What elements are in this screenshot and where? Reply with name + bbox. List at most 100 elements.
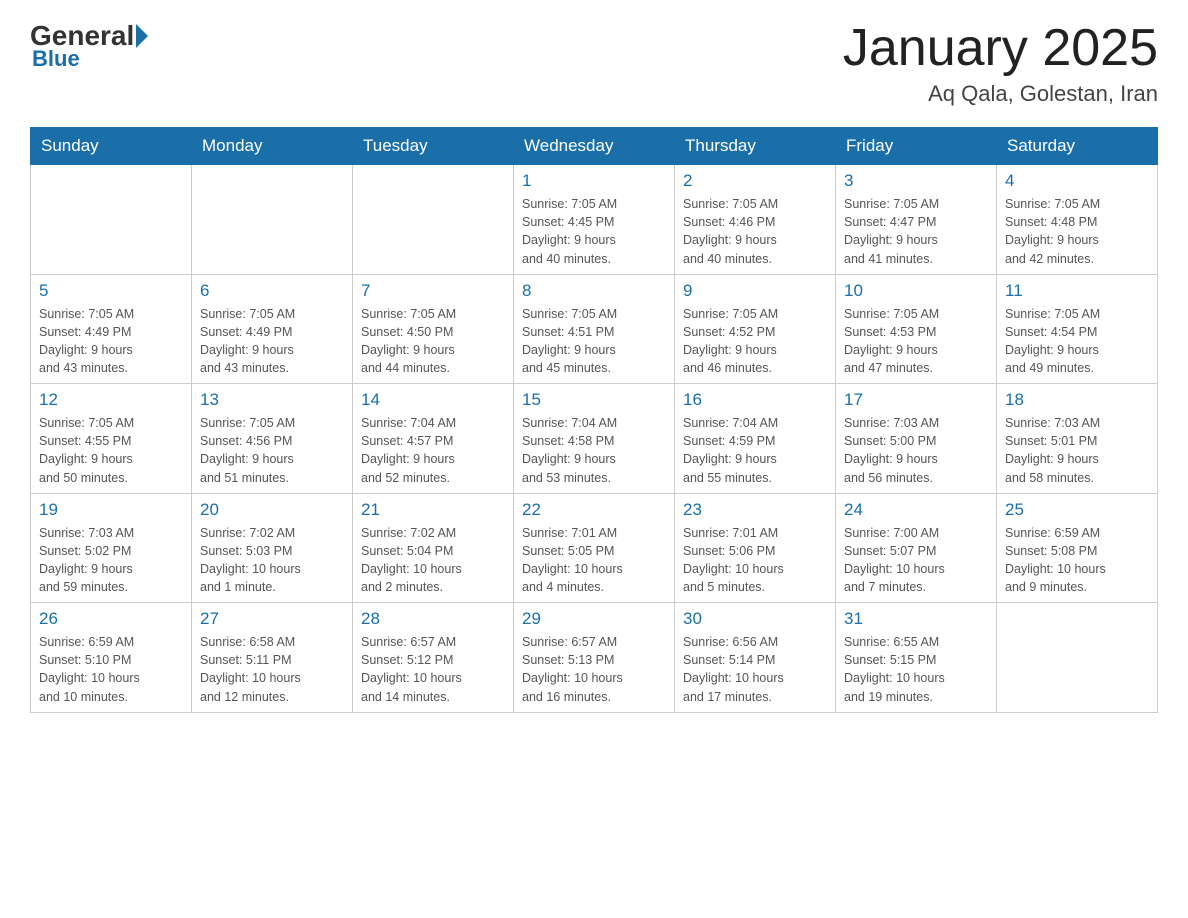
day-number: 28 (361, 609, 505, 629)
day-info: Sunrise: 7:00 AM Sunset: 5:07 PM Dayligh… (844, 524, 988, 597)
day-number: 31 (844, 609, 988, 629)
day-number: 25 (1005, 500, 1149, 520)
calendar-cell: 8Sunrise: 7:05 AM Sunset: 4:51 PM Daylig… (514, 274, 675, 384)
day-number: 20 (200, 500, 344, 520)
day-info: Sunrise: 7:01 AM Sunset: 5:06 PM Dayligh… (683, 524, 827, 597)
calendar-week-row: 19 Sunrise: 7:03 AM Sunset: 5:02 PM Dayli… (31, 493, 1158, 603)
day-info: Sunrise: 7:04 AM Sunset: 4:59 PM Dayligh… (683, 414, 827, 487)
day-info: Sunrise: 6:57 AM Sunset: 5:13 PM Dayligh… (522, 633, 666, 706)
day-info: Sunrise: 6:56 AM Sunset: 5:14 PM Dayligh… (683, 633, 827, 706)
day-number: 1 (522, 171, 666, 191)
day-number: 9 (683, 281, 827, 301)
day-info: Sunrise: 7:04 AM Sunset: 4:57 PM Dayligh… (361, 414, 505, 487)
day-info: Sunrise: 7:02 AM Sunset: 5:03 PM Dayligh… (200, 524, 344, 597)
day-info: Sunrise: 6:57 AM Sunset: 5:12 PM Dayligh… (361, 633, 505, 706)
logo-arrow-icon (136, 24, 148, 48)
day-number: 26 (39, 609, 183, 629)
calendar-cell: 3 Sunrise: 7:05 AM Sunset: 4:47 PM Daylig… (836, 165, 997, 275)
calendar-cell: 14 Sunrise: 7:04 AM Sunset: 4:57 PM Dayli… (353, 384, 514, 494)
calendar-cell: 23 Sunrise: 7:01 AM Sunset: 5:06 PM Dayli… (675, 493, 836, 603)
day-number: 5 (39, 281, 183, 301)
day-info: Sunrise: 7:05 AM Sunset: 4:45 PM Dayligh… (522, 195, 666, 268)
day-info: Sunrise: 7:02 AM Sunset: 5:04 PM Dayligh… (361, 524, 505, 597)
calendar-cell: 25Sunrise: 6:59 AM Sunset: 5:08 PM Dayli… (997, 493, 1158, 603)
calendar-day-header: Saturday (997, 128, 1158, 165)
day-info: Sunrise: 7:05 AM Sunset: 4:52 PM Dayligh… (683, 305, 827, 378)
day-number: 8 (522, 281, 666, 301)
calendar-cell: 20 Sunrise: 7:02 AM Sunset: 5:03 PM Dayli… (192, 493, 353, 603)
title-block: January 2025 Aq Qala, Golestan, Iran (843, 20, 1158, 107)
calendar-week-row: 5 Sunrise: 7:05 AM Sunset: 4:49 PM Daylig… (31, 274, 1158, 384)
calendar-cell (997, 603, 1158, 713)
calendar-day-header: Monday (192, 128, 353, 165)
day-info: Sunrise: 7:03 AM Sunset: 5:01 PM Dayligh… (1005, 414, 1149, 487)
calendar-week-row: 12Sunrise: 7:05 AM Sunset: 4:55 PM Dayli… (31, 384, 1158, 494)
day-info: Sunrise: 6:58 AM Sunset: 5:11 PM Dayligh… (200, 633, 344, 706)
calendar-cell: 22Sunrise: 7:01 AM Sunset: 5:05 PM Dayli… (514, 493, 675, 603)
calendar-cell: 4 Sunrise: 7:05 AM Sunset: 4:48 PM Daylig… (997, 165, 1158, 275)
calendar-cell: 9 Sunrise: 7:05 AM Sunset: 4:52 PM Daylig… (675, 274, 836, 384)
day-info: Sunrise: 6:59 AM Sunset: 5:10 PM Dayligh… (39, 633, 183, 706)
calendar-cell: 30 Sunrise: 6:56 AM Sunset: 5:14 PM Dayli… (675, 603, 836, 713)
calendar-week-row: 26 Sunrise: 6:59 AM Sunset: 5:10 PM Dayli… (31, 603, 1158, 713)
calendar-cell: 31Sunrise: 6:55 AM Sunset: 5:15 PM Dayli… (836, 603, 997, 713)
day-info: Sunrise: 7:05 AM Sunset: 4:55 PM Dayligh… (39, 414, 183, 487)
calendar-cell: 5 Sunrise: 7:05 AM Sunset: 4:49 PM Daylig… (31, 274, 192, 384)
day-info: Sunrise: 7:05 AM Sunset: 4:54 PM Dayligh… (1005, 305, 1149, 378)
day-info: Sunrise: 7:05 AM Sunset: 4:49 PM Dayligh… (200, 305, 344, 378)
calendar-cell: 1 Sunrise: 7:05 AM Sunset: 4:45 PM Daylig… (514, 165, 675, 275)
calendar-cell: 16 Sunrise: 7:04 AM Sunset: 4:59 PM Dayli… (675, 384, 836, 494)
calendar-cell: 13 Sunrise: 7:05 AM Sunset: 4:56 PM Dayli… (192, 384, 353, 494)
calendar-cell: 29Sunrise: 6:57 AM Sunset: 5:13 PM Dayli… (514, 603, 675, 713)
day-info: Sunrise: 7:05 AM Sunset: 4:53 PM Dayligh… (844, 305, 988, 378)
day-info: Sunrise: 7:05 AM Sunset: 4:49 PM Dayligh… (39, 305, 183, 378)
calendar-cell: 10Sunrise: 7:05 AM Sunset: 4:53 PM Dayli… (836, 274, 997, 384)
day-number: 7 (361, 281, 505, 301)
day-number: 18 (1005, 390, 1149, 410)
calendar-cell: 28 Sunrise: 6:57 AM Sunset: 5:12 PM Dayli… (353, 603, 514, 713)
day-info: Sunrise: 7:03 AM Sunset: 5:00 PM Dayligh… (844, 414, 988, 487)
day-info: Sunrise: 7:05 AM Sunset: 4:56 PM Dayligh… (200, 414, 344, 487)
calendar-cell (192, 165, 353, 275)
day-number: 21 (361, 500, 505, 520)
logo-blue-text: Blue (30, 46, 80, 72)
day-number: 13 (200, 390, 344, 410)
calendar-cell: 17 Sunrise: 7:03 AM Sunset: 5:00 PM Dayli… (836, 384, 997, 494)
day-number: 6 (200, 281, 344, 301)
calendar-cell: 15 Sunrise: 7:04 AM Sunset: 4:58 PM Dayli… (514, 384, 675, 494)
day-number: 17 (844, 390, 988, 410)
calendar-cell: 27 Sunrise: 6:58 AM Sunset: 5:11 PM Dayli… (192, 603, 353, 713)
day-info: Sunrise: 7:04 AM Sunset: 4:58 PM Dayligh… (522, 414, 666, 487)
day-number: 3 (844, 171, 988, 191)
day-number: 23 (683, 500, 827, 520)
calendar-cell: 19 Sunrise: 7:03 AM Sunset: 5:02 PM Dayli… (31, 493, 192, 603)
calendar-cell: 2Sunrise: 7:05 AM Sunset: 4:46 PM Daylig… (675, 165, 836, 275)
day-info: Sunrise: 7:05 AM Sunset: 4:48 PM Dayligh… (1005, 195, 1149, 268)
calendar-cell (353, 165, 514, 275)
day-number: 19 (39, 500, 183, 520)
calendar-cell (31, 165, 192, 275)
calendar-day-header: Wednesday (514, 128, 675, 165)
day-number: 16 (683, 390, 827, 410)
day-number: 27 (200, 609, 344, 629)
calendar-header-row: SundayMondayTuesdayWednesdayThursdayFrid… (31, 128, 1158, 165)
day-number: 11 (1005, 281, 1149, 301)
day-info: Sunrise: 7:03 AM Sunset: 5:02 PM Dayligh… (39, 524, 183, 597)
day-number: 15 (522, 390, 666, 410)
calendar-table: SundayMondayTuesdayWednesdayThursdayFrid… (30, 127, 1158, 713)
calendar-cell: 18 Sunrise: 7:03 AM Sunset: 5:01 PM Dayli… (997, 384, 1158, 494)
day-info: Sunrise: 7:05 AM Sunset: 4:47 PM Dayligh… (844, 195, 988, 268)
day-number: 14 (361, 390, 505, 410)
calendar-day-header: Friday (836, 128, 997, 165)
page-header: General Blue January 2025 Aq Qala, Goles… (30, 20, 1158, 107)
calendar-cell: 7 Sunrise: 7:05 AM Sunset: 4:50 PM Daylig… (353, 274, 514, 384)
day-number: 24 (844, 500, 988, 520)
location-text: Aq Qala, Golestan, Iran (843, 81, 1158, 107)
calendar-cell: 11 Sunrise: 7:05 AM Sunset: 4:54 PM Dayli… (997, 274, 1158, 384)
day-number: 4 (1005, 171, 1149, 191)
calendar-cell: 21 Sunrise: 7:02 AM Sunset: 5:04 PM Dayli… (353, 493, 514, 603)
day-info: Sunrise: 7:05 AM Sunset: 4:50 PM Dayligh… (361, 305, 505, 378)
day-info: Sunrise: 7:01 AM Sunset: 5:05 PM Dayligh… (522, 524, 666, 597)
day-number: 30 (683, 609, 827, 629)
calendar-cell: 26 Sunrise: 6:59 AM Sunset: 5:10 PM Dayli… (31, 603, 192, 713)
